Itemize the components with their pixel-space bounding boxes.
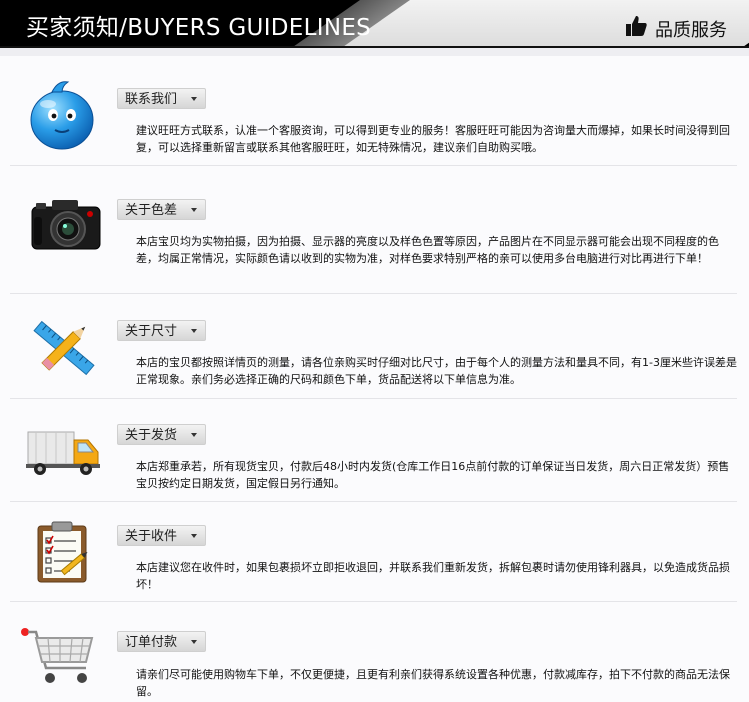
section-tag-label: 联系我们 (125, 92, 178, 107)
section-tag-label: 关于发货 (125, 428, 178, 443)
section-text-contact: 建议旺旺方式联系，认准一个客服资询，可以得到更专业的服务！客服旺旺可能因为咨询量… (136, 124, 730, 154)
chevron-down-icon (191, 534, 198, 538)
section-tag-receiving[interactable]: 关于收件 (117, 525, 207, 546)
section-divider (10, 165, 737, 166)
section-tag-size[interactable]: 关于尺寸 (117, 320, 207, 341)
pencil-ruler-icon (33, 320, 95, 376)
section-text-payment: 请亲们尽可能使用购物车下单，不仅更便捷，且更有利亲们获得系统设置各种优惠，付款减… (136, 668, 730, 698)
chevron-down-icon (191, 329, 198, 333)
camera-icon (31, 200, 101, 250)
shopping-cart-icon (21, 628, 94, 683)
clipboard-icon (37, 521, 88, 583)
section-tag-label: 关于尺寸 (125, 324, 178, 339)
section-tag-contact[interactable]: 联系我们 (117, 88, 207, 109)
thumbs-up-icon (626, 16, 647, 36)
section-text-receiving: 本店建议您在收件时，如果包裹损坏立即拒收退回，并联系我们重新发货，拆解包裹时请勿… (136, 561, 730, 591)
section-text-size: 本店的宝贝都按照详情页的测量，请各位亲购买时仔细对比尺寸，由于每个人的测量方法和… (136, 356, 737, 386)
section-tag-label: 关于色差 (125, 203, 178, 218)
page-title: 买家须知/BUYERS GUIDELINES (26, 15, 372, 41)
wangwang-chat-icon (30, 81, 94, 150)
section-divider (10, 601, 737, 602)
section-tag-shipping[interactable]: 关于发货 (117, 424, 207, 445)
truck-icon (26, 431, 100, 475)
chevron-down-icon (191, 433, 198, 437)
header-shadow-bar (0, 48, 749, 56)
chevron-down-icon (191, 97, 198, 101)
quality-service-label: 品质服务 (655, 20, 727, 41)
chevron-down-icon (191, 640, 198, 644)
page-header: 买家须知/BUYERS GUIDELINES 品质服务 (0, 0, 749, 48)
section-tag-payment[interactable]: 订单付款 (117, 631, 207, 652)
chevron-down-icon (191, 208, 198, 212)
section-divider (10, 398, 737, 399)
section-tag-color[interactable]: 关于色差 (117, 199, 207, 220)
section-text-color: 本店宝贝均为实物拍摄，因为拍摄、显示器的亮度以及样色色置等原因，产品图片在不同显… (136, 235, 719, 265)
section-tag-label: 关于收件 (125, 529, 178, 544)
section-divider (10, 293, 737, 294)
section-text-shipping: 本店郑重承若，所有现货宝贝，付款后48小时内发货(仓库工作日16点前付款的订单保… (136, 460, 730, 490)
section-tag-label: 订单付款 (125, 635, 178, 650)
section-divider (10, 501, 737, 502)
